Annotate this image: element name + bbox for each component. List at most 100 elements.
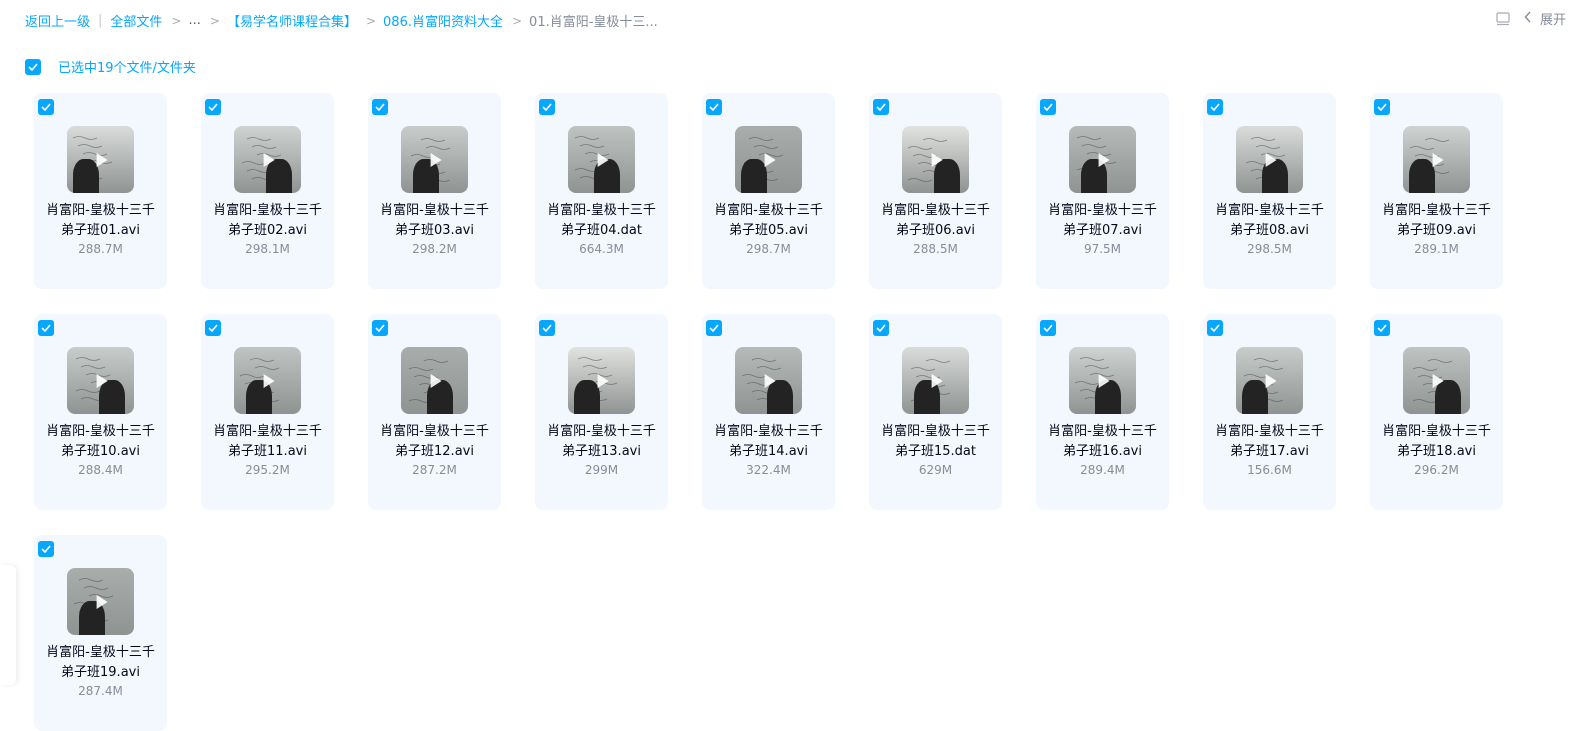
video-thumbnail[interactable]	[1236, 126, 1303, 193]
file-checkbox[interactable]	[1207, 320, 1223, 336]
video-thumbnail[interactable]	[67, 126, 134, 193]
file-name[interactable]: 肖富阳-皇极十三千 弟子班19.avi	[34, 643, 167, 683]
file-card[interactable]: 肖富阳-皇极十三千 弟子班19.avi 287.4M	[34, 535, 167, 731]
file-card[interactable]: 肖富阳-皇极十三千 弟子班06.avi 288.5M	[869, 93, 1002, 289]
file-card[interactable]: 肖富阳-皇极十三千 弟子班16.avi 289.4M	[1036, 314, 1169, 510]
file-name-line2: 弟子班04.dat	[561, 223, 642, 238]
video-thumbnail[interactable]	[568, 347, 635, 414]
file-checkbox[interactable]	[706, 99, 722, 115]
file-card[interactable]: 肖富阳-皇极十三千 弟子班14.avi 322.4M	[702, 314, 835, 510]
file-name[interactable]: 肖富阳-皇极十三千 弟子班02.avi	[201, 201, 334, 241]
file-checkbox[interactable]	[38, 541, 54, 557]
file-card[interactable]: 肖富阳-皇极十三千 弟子班12.avi 287.2M	[368, 314, 501, 510]
file-card[interactable]: 肖富阳-皇极十三千 弟子班01.avi 288.7M	[34, 93, 167, 289]
file-checkbox[interactable]	[372, 99, 388, 115]
checkmark-icon	[28, 62, 38, 71]
video-thumbnail[interactable]	[234, 347, 301, 414]
file-size: 298.2M	[412, 242, 457, 256]
play-icon	[1432, 152, 1444, 167]
video-thumbnail[interactable]	[1069, 347, 1136, 414]
file-name[interactable]: 肖富阳-皇极十三千 弟子班07.avi	[1036, 201, 1169, 241]
file-name[interactable]: 肖富阳-皇极十三千 弟子班09.avi	[1370, 201, 1503, 241]
file-name[interactable]: 肖富阳-皇极十三千 弟子班14.avi	[702, 422, 835, 462]
file-card[interactable]: 肖富阳-皇极十三千 弟子班05.avi 298.7M	[702, 93, 835, 289]
file-name[interactable]: 肖富阳-皇极十三千 弟子班13.avi	[535, 422, 668, 462]
file-card[interactable]: 肖富阳-皇极十三千 弟子班08.avi 298.5M	[1203, 93, 1336, 289]
video-thumbnail[interactable]	[67, 568, 134, 635]
video-thumbnail[interactable]	[902, 126, 969, 193]
file-name[interactable]: 肖富阳-皇极十三千 弟子班01.avi	[34, 201, 167, 241]
file-name[interactable]: 肖富阳-皇极十三千 弟子班12.avi	[368, 422, 501, 462]
file-checkbox[interactable]	[372, 320, 388, 336]
video-thumbnail[interactable]	[1403, 126, 1470, 193]
file-name-line1: 肖富阳-皇极十三千	[1382, 424, 1491, 439]
checkmark-icon	[1043, 324, 1053, 332]
side-handle[interactable]	[0, 565, 16, 685]
video-thumbnail[interactable]	[568, 126, 635, 193]
file-name[interactable]: 肖富阳-皇极十三千 弟子班04.dat	[535, 201, 668, 241]
file-card[interactable]: 肖富阳-皇极十三千 弟子班10.avi 288.4M	[34, 314, 167, 510]
back-link[interactable]: 返回上一级	[25, 11, 90, 30]
file-name[interactable]: 肖富阳-皇极十三千 弟子班03.avi	[368, 201, 501, 241]
file-card[interactable]: 肖富阳-皇极十三千 弟子班09.avi 289.1M	[1370, 93, 1503, 289]
file-card[interactable]: 肖富阳-皇极十三千 弟子班02.avi 298.1M	[201, 93, 334, 289]
file-name[interactable]: 肖富阳-皇极十三千 弟子班16.avi	[1036, 422, 1169, 462]
breadcrumb-folder-1[interactable]: 【易学名师课程合集】	[227, 11, 357, 30]
file-name[interactable]: 肖富阳-皇极十三千 弟子班08.avi	[1203, 201, 1336, 241]
file-checkbox[interactable]	[38, 320, 54, 336]
file-name-line2: 弟子班19.avi	[61, 665, 140, 680]
file-checkbox[interactable]	[706, 320, 722, 336]
file-checkbox[interactable]	[1374, 99, 1390, 115]
video-thumbnail[interactable]	[1403, 347, 1470, 414]
video-thumbnail[interactable]	[1236, 347, 1303, 414]
file-name[interactable]: 肖富阳-皇极十三千 弟子班10.avi	[34, 422, 167, 462]
file-name[interactable]: 肖富阳-皇极十三千 弟子班15.dat	[869, 422, 1002, 462]
file-card[interactable]: 肖富阳-皇极十三千 弟子班13.avi 299M	[535, 314, 668, 510]
video-thumbnail[interactable]	[234, 126, 301, 193]
expand-button[interactable]: 展开	[1524, 9, 1566, 28]
file-name[interactable]: 肖富阳-皇极十三千 弟子班11.avi	[201, 422, 334, 462]
checkmark-icon	[1377, 103, 1387, 111]
file-checkbox[interactable]	[873, 99, 889, 115]
file-card[interactable]: 肖富阳-皇极十三千 弟子班04.dat 664.3M	[535, 93, 668, 289]
file-card[interactable]: 肖富阳-皇极十三千 弟子班11.avi 295.2M	[201, 314, 334, 510]
video-thumbnail[interactable]	[735, 347, 802, 414]
file-name[interactable]: 肖富阳-皇极十三千 弟子班05.avi	[702, 201, 835, 241]
video-thumbnail[interactable]	[735, 126, 802, 193]
breadcrumb-divider: |	[98, 13, 103, 28]
file-card[interactable]: 肖富阳-皇极十三千 弟子班07.avi 97.5M	[1036, 93, 1169, 289]
video-thumbnail[interactable]	[401, 126, 468, 193]
select-all-checkbox[interactable]	[25, 58, 41, 75]
chevron-right-icon: >	[511, 13, 523, 28]
video-thumbnail[interactable]	[67, 347, 134, 414]
panel-layout-icon[interactable]	[1496, 11, 1510, 26]
file-card[interactable]: 肖富阳-皇极十三千 弟子班18.avi 296.2M	[1370, 314, 1503, 510]
file-name[interactable]: 肖富阳-皇极十三千 弟子班17.avi	[1203, 422, 1336, 462]
file-size: 296.2M	[1414, 463, 1459, 477]
file-checkbox[interactable]	[205, 99, 221, 115]
file-checkbox[interactable]	[1040, 99, 1056, 115]
play-icon	[1432, 373, 1444, 388]
file-card[interactable]: 肖富阳-皇极十三千 弟子班15.dat 629M	[869, 314, 1002, 510]
breadcrumb-all-files[interactable]: 全部文件	[110, 11, 162, 30]
file-name[interactable]: 肖富阳-皇极十三千 弟子班18.avi	[1370, 422, 1503, 462]
breadcrumb-folder-2[interactable]: 086.肖富阳资料大全	[383, 11, 503, 30]
file-checkbox[interactable]	[1374, 320, 1390, 336]
breadcrumb-ellipsis[interactable]: ...	[188, 13, 200, 28]
file-name-line2: 弟子班17.avi	[1230, 444, 1309, 459]
video-thumbnail[interactable]	[1069, 126, 1136, 193]
file-card[interactable]: 肖富阳-皇极十三千 弟子班17.avi 156.6M	[1203, 314, 1336, 510]
file-name-line2: 弟子班11.avi	[228, 444, 307, 459]
file-name[interactable]: 肖富阳-皇极十三千 弟子班06.avi	[869, 201, 1002, 241]
file-checkbox[interactable]	[1207, 99, 1223, 115]
file-checkbox[interactable]	[539, 99, 555, 115]
file-checkbox[interactable]	[205, 320, 221, 336]
video-thumbnail[interactable]	[401, 347, 468, 414]
file-checkbox[interactable]	[38, 99, 54, 115]
file-checkbox[interactable]	[1040, 320, 1056, 336]
file-checkbox[interactable]	[873, 320, 889, 336]
file-checkbox[interactable]	[539, 320, 555, 336]
file-card[interactable]: 肖富阳-皇极十三千 弟子班03.avi 298.2M	[368, 93, 501, 289]
video-thumbnail[interactable]	[902, 347, 969, 414]
file-name-line2: 弟子班02.avi	[228, 223, 307, 238]
